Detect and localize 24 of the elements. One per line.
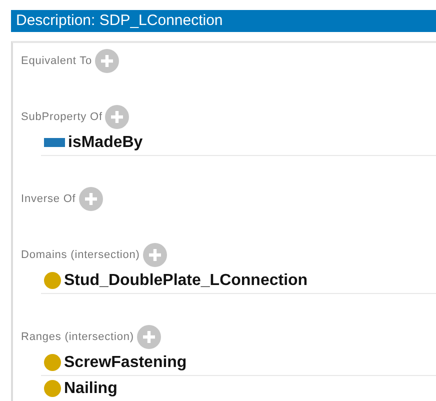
class-icon bbox=[44, 354, 61, 371]
entity-row[interactable]: Nailing bbox=[41, 376, 436, 401]
add-button[interactable] bbox=[95, 49, 120, 73]
section-label: SubProperty Of bbox=[21, 111, 102, 123]
entity-row[interactable]: Stud_DoublePlate_LConnection bbox=[41, 268, 436, 294]
class-icon bbox=[44, 380, 61, 397]
panel-title: Description: SDP_LConnection bbox=[11, 10, 436, 32]
section-label: Equivalent To bbox=[21, 55, 92, 67]
section-label: Inverse Of bbox=[21, 193, 76, 205]
plus-icon bbox=[148, 248, 162, 262]
section-label: Ranges (intersection) bbox=[21, 331, 134, 343]
add-button[interactable] bbox=[142, 243, 167, 267]
add-button[interactable] bbox=[105, 105, 130, 129]
class-icon bbox=[44, 272, 61, 289]
property-icon bbox=[44, 138, 65, 147]
plus-icon bbox=[84, 192, 98, 206]
plus-icon bbox=[100, 54, 114, 68]
add-button[interactable] bbox=[136, 325, 161, 349]
add-button[interactable] bbox=[78, 187, 103, 211]
section-label: Domains (intersection) bbox=[21, 249, 140, 261]
plus-icon bbox=[110, 110, 124, 124]
plus-icon bbox=[142, 330, 156, 344]
entity-row[interactable]: ScrewFastening bbox=[41, 350, 436, 376]
entity-row[interactable]: isMadeBy bbox=[41, 130, 436, 156]
